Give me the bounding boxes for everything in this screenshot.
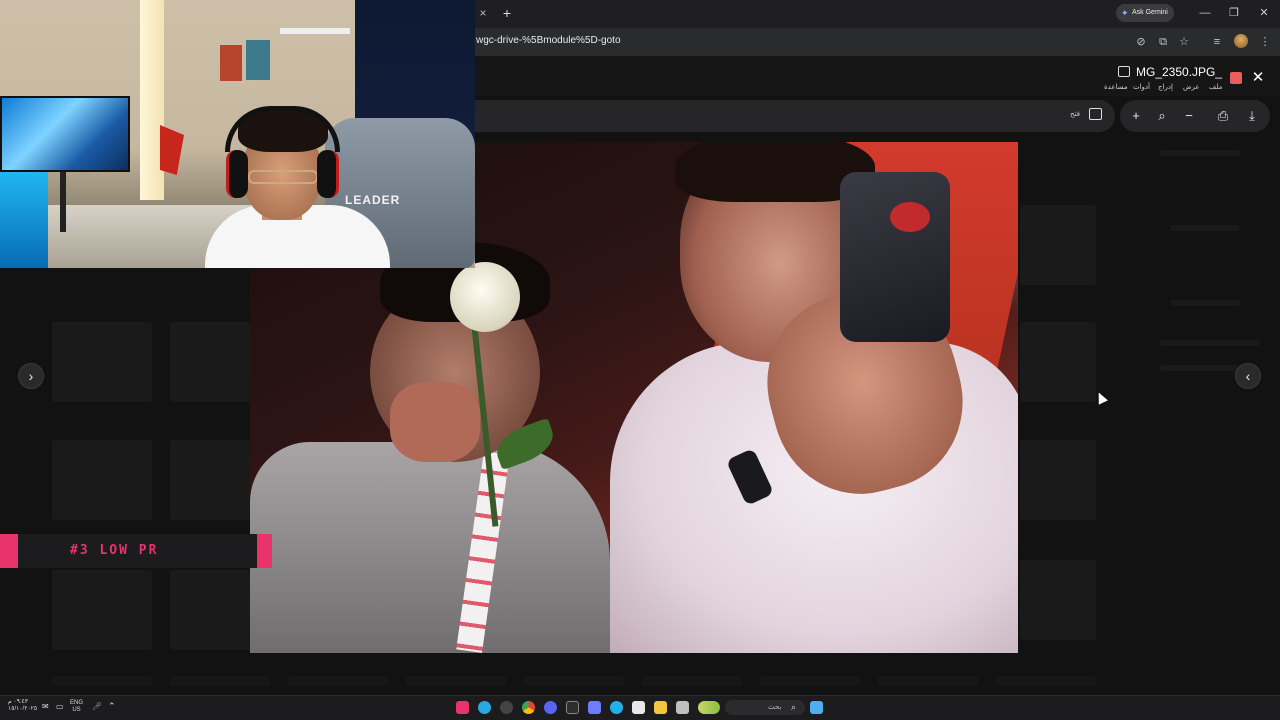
open-with-label[interactable]: فتح <box>1070 110 1080 118</box>
search-icon: ⌕ <box>791 702 797 712</box>
gemini-sparkle-icon: ✦ <box>1121 8 1129 18</box>
stream-banner-accent-left <box>0 534 18 568</box>
restore-window-button[interactable]: ❐ <box>1227 6 1241 20</box>
tray-time: ٠٩:٤٣ م <box>8 699 28 705</box>
webcam-tv <box>0 96 130 172</box>
webcam-chair-text: LEADER <box>345 193 401 207</box>
menu-tools[interactable]: أدوات <box>1133 83 1150 91</box>
next-file-button[interactable]: ‹ <box>1235 363 1261 389</box>
zoom-out-button[interactable]: − <box>1180 107 1198 125</box>
webcam-glasses <box>248 170 318 184</box>
background-thumbnail <box>52 322 152 402</box>
webcam-headphone-left <box>226 150 248 198</box>
image-file-icon <box>1118 66 1130 77</box>
photo-badge-icon <box>1230 72 1242 84</box>
close-window-button[interactable]: ✕ <box>1257 6 1271 20</box>
start-windows-icon[interactable] <box>810 701 823 714</box>
close-viewer-button[interactable]: ✕ <box>1250 70 1266 86</box>
minimize-window-button[interactable]: — <box>1198 6 1212 20</box>
discord-app-icon[interactable] <box>544 701 557 714</box>
file-explorer-app-icon[interactable] <box>654 701 667 714</box>
photo-phone <box>840 172 950 342</box>
background-panel-line <box>1170 225 1240 231</box>
tray-expand-icon[interactable]: ⌃ <box>108 701 116 712</box>
tiktok-app-icon[interactable] <box>456 701 469 714</box>
terminal-app-icon[interactable] <box>566 701 579 714</box>
background-panel-line <box>1170 300 1240 306</box>
background-thumbnail <box>52 570 152 650</box>
taskbar-search-label: بحث <box>768 704 782 711</box>
background-thumbnail-label <box>288 676 388 686</box>
chrome-app-icon[interactable] <box>522 701 535 714</box>
camera-blocked-icon[interactable]: ⊘ <box>1134 35 1148 49</box>
tray-clock[interactable]: ٠٩:٤٣ م ١٥/١٠/٢٠٢٥ <box>8 699 37 713</box>
open-with-icon[interactable] <box>1089 108 1102 120</box>
stream-banner-accent-right <box>257 534 272 568</box>
download-icon[interactable]: ⤓ <box>1243 107 1261 125</box>
photo-rose <box>450 262 520 332</box>
photo-left-hand <box>390 382 480 462</box>
photo-left-person-shirt <box>250 442 610 653</box>
menu-view[interactable]: عرض <box>1183 83 1200 91</box>
previous-file-button[interactable]: › <box>18 363 44 389</box>
edge-app-icon[interactable] <box>478 701 491 714</box>
tray-date: ١٥/١٠/٢٠٢٥ <box>8 706 38 712</box>
background-thumbnail <box>1020 322 1096 402</box>
webcam-headphone-band <box>225 106 340 152</box>
background-panel-line <box>1160 150 1240 156</box>
webcam-overlay: LEADER <box>0 0 475 268</box>
background-thumbnail-label <box>170 676 270 686</box>
background-thumbnail-label <box>524 676 624 686</box>
close-tab-icon[interactable]: × <box>476 6 490 20</box>
browser-app-icon[interactable] <box>610 701 623 714</box>
browser-menu-icon[interactable]: ⋮ <box>1258 35 1272 49</box>
search-zoom-icon[interactable]: ⌕ <box>1153 107 1171 125</box>
profile-avatar[interactable] <box>1234 34 1248 48</box>
new-tab-button[interactable]: + <box>500 5 514 21</box>
background-panel-line <box>1160 340 1260 346</box>
stream-banner-text: #3 LOW PR <box>70 543 159 558</box>
notification-icon[interactable]: ✉ <box>42 702 52 712</box>
notepad-app-icon[interactable] <box>676 701 689 714</box>
background-thumbnail <box>1020 560 1096 640</box>
webcam-shelf <box>280 28 350 34</box>
background-thumbnail-label <box>642 676 742 686</box>
language-code: ENG <box>70 700 84 706</box>
background-thumbnail <box>1020 205 1096 285</box>
print-icon[interactable]: ⎙ <box>1214 107 1232 125</box>
webcam-headphone-right <box>317 150 339 198</box>
tab-search-icon[interactable]: ≡ <box>1210 35 1224 49</box>
background-thumbnail-label <box>406 676 506 686</box>
background-thumbnail-label <box>760 676 860 686</box>
viewer-toolbar <box>475 100 1115 132</box>
background-thumbnail-label <box>52 676 152 686</box>
network-icon[interactable]: ▭ <box>56 702 66 712</box>
background-thumbnail <box>1020 440 1096 520</box>
language-indicator[interactable]: ENG US <box>70 700 83 714</box>
background-thumbnail <box>52 440 152 520</box>
webcam-flag <box>160 125 184 175</box>
menu-file[interactable]: ملف <box>1209 83 1222 91</box>
background-thumbnail-label <box>996 676 1096 686</box>
steam-app-icon[interactable] <box>500 701 513 714</box>
keyboard-region: US <box>72 707 81 713</box>
url-text[interactable]: wgc-drive-%5Bmodule%5D-goto <box>476 35 621 46</box>
menu-help[interactable]: مساعدة <box>1104 83 1128 91</box>
store-app-icon[interactable] <box>632 701 645 714</box>
webcam-wall-art <box>246 40 270 80</box>
bookmark-star-icon[interactable]: ☆ <box>1177 35 1191 49</box>
install-app-icon[interactable]: ⧉ <box>1156 35 1170 49</box>
visual-studio-app-icon[interactable] <box>588 701 601 714</box>
microphone-icon[interactable]: 🎤︎ <box>92 702 102 711</box>
file-name: MG_2350.JPG_ <box>1136 65 1223 79</box>
webcam-tv-stand <box>60 172 66 232</box>
webcam-wall-art <box>220 45 242 81</box>
stream-banner-fade <box>150 538 257 564</box>
background-thumbnail-label <box>878 676 978 686</box>
widgets-weather-icon[interactable] <box>698 701 720 714</box>
zoom-in-button[interactable]: + <box>1127 107 1145 125</box>
photo-phone-camera <box>890 202 930 232</box>
menu-insert[interactable]: إدراج <box>1158 83 1173 91</box>
